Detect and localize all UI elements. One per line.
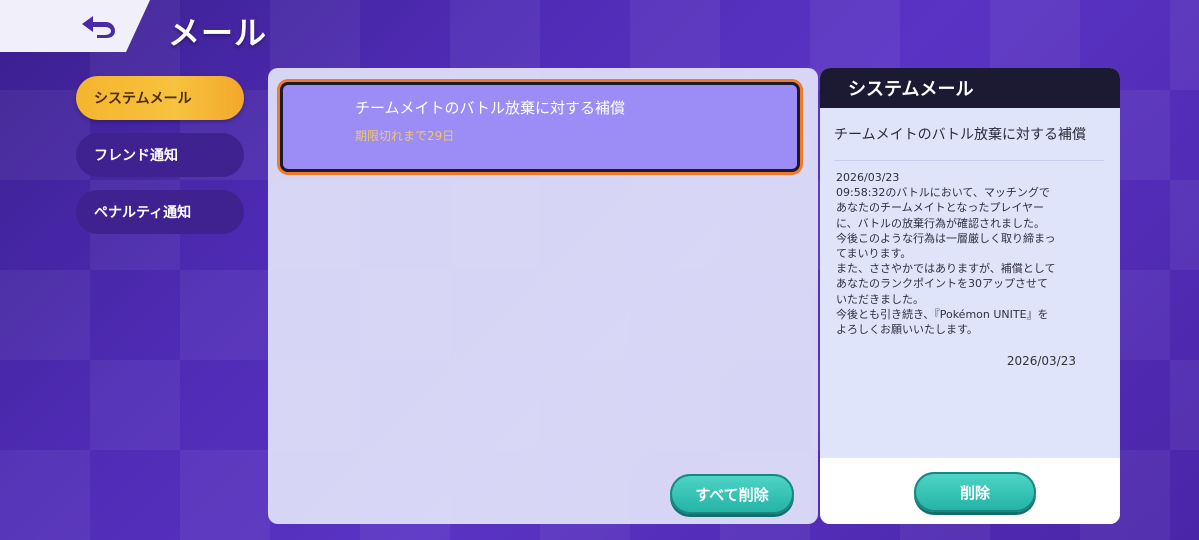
tab-penalty-notifications[interactable]: ペナルティ通知 [76,190,244,234]
tab-label: フレンド通知 [94,148,178,164]
delete-all-label: すべて削除 [695,485,769,504]
header-bar [0,0,150,52]
divider [834,160,1104,161]
mail-item-title: チームメイトのバトル放棄に対する補償 [355,99,626,117]
mail-item-expiry: 期限切れまで29日 [355,129,455,143]
tab-label: システムメール [94,91,192,107]
tab-system-mail[interactable]: システムメール [76,76,244,120]
back-button[interactable] [78,12,120,40]
tab-label: ペナルティ通知 [94,205,192,221]
tab-friend-notifications[interactable]: フレンド通知 [76,133,244,177]
mail-list-item[interactable]: チームメイトのバトル放棄に対する補償 期限切れまで29日 [280,82,800,172]
page-title: メール [168,14,268,52]
detail-footer: 削除 [820,458,1120,524]
delete-label: 削除 [959,483,990,502]
detail-subject: チームメイトのバトル放棄に対する補償 [834,127,1086,143]
delete-all-button[interactable]: すべて削除 [670,474,794,514]
delete-button[interactable]: 削除 [914,472,1036,512]
detail-message: 2026/03/23 09:58:32のバトルにおいて、マッチングで あなたのチ… [836,171,1056,337]
mail-detail-panel: システムメール チームメイトのバトル放棄に対する補償 2026/03/23 09… [820,68,1120,524]
back-arrow-icon [82,16,115,38]
detail-date: 2026/03/23 [1006,354,1076,368]
mail-list-panel: チームメイトのバトル放棄に対する補償 期限切れまで29日 すべて削除 [268,68,818,524]
detail-body: チームメイトのバトル放棄に対する補償 2026/03/23 09:58:32のバ… [820,108,1120,458]
detail-header: システムメール [820,68,1120,108]
